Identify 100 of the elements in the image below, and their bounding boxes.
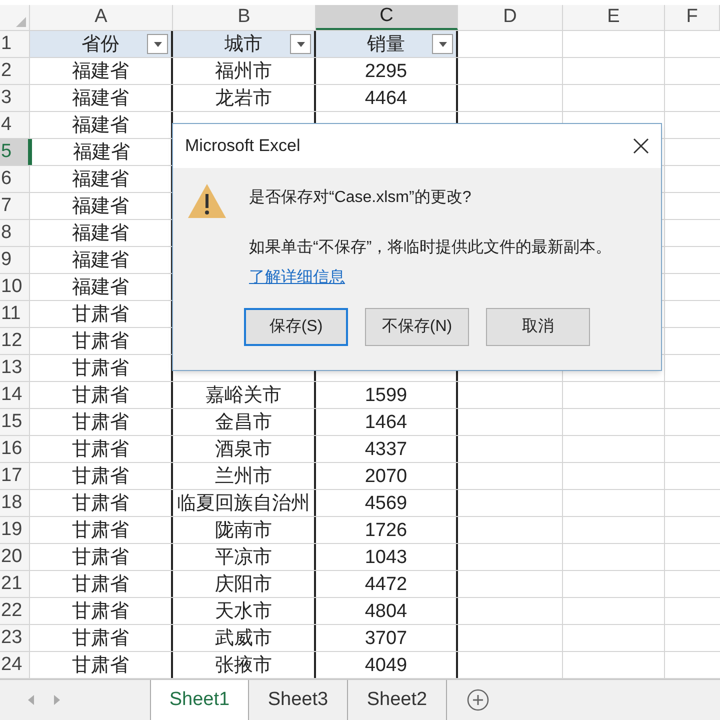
table-cell-text: 福建省 <box>72 140 131 164</box>
table-cell-text: 1464 <box>364 410 408 434</box>
column-header[interactable]: E <box>563 5 665 30</box>
column-header[interactable]: A <box>30 5 173 30</box>
table-cell-text: 甘肃省 <box>71 572 130 596</box>
row-header[interactable]: 13 <box>0 355 30 381</box>
row-header[interactable]: 4 <box>0 112 30 138</box>
column-header[interactable]: D <box>458 5 563 30</box>
table-cell-text: 福建省 <box>71 86 130 110</box>
sheet-tab[interactable]: Sheet2 <box>348 680 447 720</box>
table-cell-text: 福建省 <box>71 194 130 218</box>
column-header[interactable]: C <box>316 5 458 30</box>
row-header[interactable]: 19 <box>0 517 30 543</box>
table-cell-text: 4569 <box>364 492 408 516</box>
row-header[interactable]: 23 <box>0 625 30 651</box>
row-header[interactable]: 9 <box>0 247 30 273</box>
column-header[interactable]: B <box>173 5 316 30</box>
dialog-button[interactable]: 取消 <box>486 308 590 346</box>
table-cell-text: 甘肃省 <box>71 654 130 678</box>
table-cell-text: 甘肃省 <box>71 464 130 488</box>
add-sheet-icon[interactable] <box>467 689 489 711</box>
row-header[interactable]: 7 <box>0 193 30 219</box>
table-cell-text: 甘肃省 <box>71 600 130 624</box>
close-icon[interactable] <box>633 138 649 154</box>
row-header[interactable]: 14 <box>0 382 30 408</box>
table-cell-text: 甘肃省 <box>71 518 130 542</box>
row-header[interactable]: 3 <box>0 85 30 111</box>
warning-icon <box>187 183 227 219</box>
dialog-message: 如果单击“不保存”，将临时提供此文件的最新副本。 <box>249 238 612 258</box>
sheet-tab[interactable]: Sheet3 <box>249 680 348 720</box>
table-cell-text: 甘肃省 <box>71 302 130 326</box>
table-cell-text: 甘肃省 <box>71 356 130 380</box>
table-cell-text: 福建省 <box>71 222 130 246</box>
row-header[interactable]: 6 <box>0 166 30 192</box>
table-cell-text: 平凉市 <box>214 546 273 570</box>
table-cell-text: 酒泉市 <box>214 438 273 462</box>
table-cell-text: 龙岩市 <box>214 86 273 110</box>
table-cell-text: 福建省 <box>71 276 130 300</box>
column-title: 城市 <box>224 32 264 56</box>
dialog-title: Microsoft Excel <box>185 135 300 158</box>
table-cell-text: 天水市 <box>214 600 273 624</box>
table-cell-text: 福建省 <box>71 114 130 138</box>
table-cell-text: 临夏回族自治州 <box>176 492 311 516</box>
corner-triangle-icon <box>16 17 26 27</box>
table-cell-text: 3707 <box>364 626 408 650</box>
table-cell-text: 1043 <box>364 546 408 570</box>
table-cell-text: 兰州市 <box>214 464 273 488</box>
table-cell-text: 4472 <box>364 572 408 596</box>
column-title: 销量 <box>366 32 406 56</box>
row-header[interactable]: 18 <box>0 490 30 516</box>
filter-dropdown-button[interactable] <box>290 34 311 54</box>
table-cell-text: 张掖市 <box>214 654 273 678</box>
table-cell-text: 甘肃省 <box>71 438 130 462</box>
row-header[interactable]: 17 <box>0 463 30 489</box>
column-header[interactable]: F <box>665 5 720 30</box>
table-cell-text: 武威市 <box>214 626 273 650</box>
table-cell-text: 1599 <box>364 384 408 408</box>
row-header[interactable]: 10 <box>0 274 30 300</box>
row-header[interactable]: 5 <box>0 139 30 165</box>
row-header[interactable]: 15 <box>0 409 30 435</box>
table-cell-text: 4337 <box>364 438 408 462</box>
row-header[interactable]: 12 <box>0 328 30 354</box>
row-header[interactable]: 21 <box>0 571 30 597</box>
dialog-button[interactable]: 不保存(N) <box>365 308 469 346</box>
caret-icon <box>438 42 446 46</box>
dialog-question: 是否保存对“Case.xlsm”的更改? <box>249 188 472 208</box>
table-cell-text: 嘉峪关市 <box>204 384 282 408</box>
dialog-button[interactable]: 保存(S) <box>244 308 348 346</box>
column-title: 省份 <box>80 32 120 56</box>
table-cell-text: 甘肃省 <box>71 330 130 354</box>
table-cell-text: 4049 <box>364 654 408 678</box>
row-header[interactable]: 24 <box>0 652 30 678</box>
row-header[interactable]: 22 <box>0 598 30 624</box>
table-cell-text: 福建省 <box>71 248 130 272</box>
caret-icon <box>154 42 162 46</box>
row-header[interactable]: 11 <box>0 301 30 327</box>
row-header[interactable]: 2 <box>0 58 30 84</box>
table-cell-text: 金昌市 <box>214 410 273 434</box>
table-cell-text: 福建省 <box>71 60 130 84</box>
table-cell-text: 庆阳市 <box>214 572 273 596</box>
row-header[interactable]: 8 <box>0 220 30 246</box>
filter-dropdown-button[interactable] <box>147 34 168 54</box>
table-cell-text: 4804 <box>364 600 408 624</box>
table-cell-text: 福建省 <box>71 168 130 192</box>
table-cell-text: 4464 <box>364 86 408 110</box>
row-header[interactable]: 16 <box>0 436 30 462</box>
caret-icon <box>296 42 304 46</box>
table-cell-text: 陇南市 <box>214 518 273 542</box>
table-cell-text: 甘肃省 <box>71 384 130 408</box>
table-cell-text: 甘肃省 <box>71 626 130 650</box>
row-header[interactable]: 20 <box>0 544 30 570</box>
table-cell-text: 2295 <box>364 60 408 84</box>
row-header[interactable]: 1 <box>0 31 30 57</box>
sheet-tab[interactable]: Sheet1 <box>150 680 249 720</box>
table-cell-text: 2070 <box>364 464 408 488</box>
table-cell-text: 甘肃省 <box>71 492 130 516</box>
table-cell-text: 甘肃省 <box>71 546 130 570</box>
details-link[interactable]: 了解详细信息 <box>249 266 345 290</box>
table-cell-text: 1726 <box>364 518 408 542</box>
filter-dropdown-button[interactable] <box>432 34 453 54</box>
